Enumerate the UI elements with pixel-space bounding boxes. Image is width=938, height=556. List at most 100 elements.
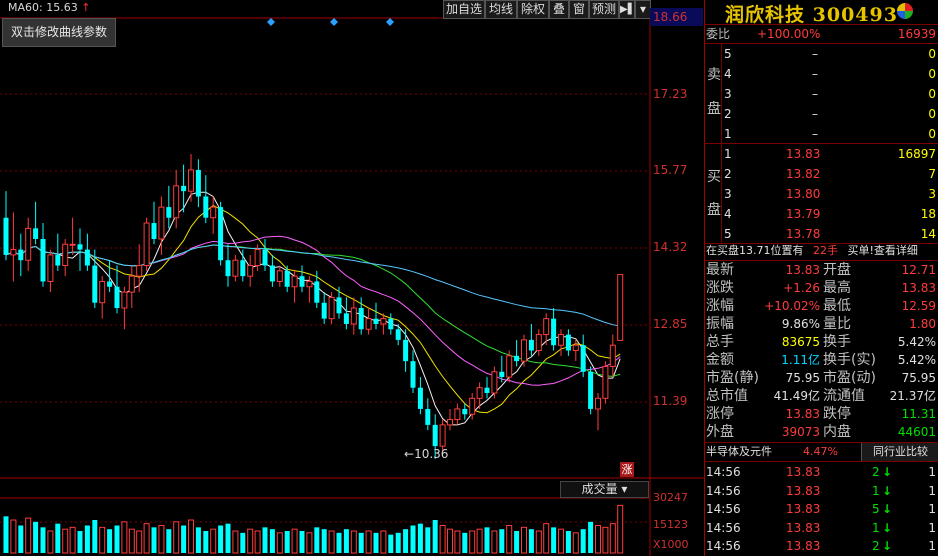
bid-volume: 7 — [928, 167, 936, 181]
quote-value: 75.95 — [901, 371, 936, 385]
volume-bar — [128, 528, 135, 554]
price-axis-label: 18.66 — [653, 10, 688, 24]
sector-pct: 4.47% — [803, 445, 838, 458]
price-axis-label: 12.85 — [653, 317, 688, 331]
volume-bar — [403, 529, 409, 553]
buy-notice-qty: 22手 — [813, 244, 838, 257]
bid-price: 13.79 — [786, 207, 821, 221]
candle-body — [299, 276, 305, 287]
candle-body — [358, 308, 364, 330]
bid-level: 1 — [724, 147, 732, 161]
volume-bar — [55, 523, 61, 553]
quote-value: +1.26 — [783, 281, 820, 295]
candle-body — [181, 185, 187, 192]
candle-body — [617, 274, 624, 341]
moving-average-button[interactable]: 均线 — [485, 0, 517, 19]
candle-body — [128, 275, 135, 293]
volume-unit-label: X1000 — [653, 538, 689, 551]
industry-compare-button[interactable]: 同行业比较 — [861, 443, 938, 461]
candle-body — [33, 228, 39, 239]
candle-body — [388, 318, 394, 330]
menu-icon[interactable]: ▶▌ — [619, 0, 635, 19]
volume-bar — [158, 525, 165, 554]
quote-value: 44601 — [897, 425, 936, 439]
tick-volume: 1 — [872, 483, 880, 498]
buy-notice[interactable]: 在买盘13.71位置有 22手 买单!查看详细 — [706, 242, 918, 260]
candlestick-chart[interactable] — [0, 0, 704, 556]
ex-rights-button[interactable]: 除权 — [517, 0, 549, 19]
window-button[interactable]: 窗 — [569, 0, 589, 19]
volume-bar — [18, 525, 24, 553]
bid-volume: 18 — [920, 207, 936, 221]
ma10-line — [5, 204, 621, 414]
volume-bar — [195, 527, 201, 553]
add-favorite-button[interactable]: 加自选 — [443, 0, 485, 19]
volume-bar — [306, 532, 313, 554]
candle-body — [269, 265, 275, 282]
volume-bar — [447, 528, 453, 554]
bid-volume: 3 — [928, 187, 936, 201]
volume-bar — [558, 528, 564, 554]
candle-body — [336, 297, 342, 314]
overlay-button[interactable]: 叠 — [549, 0, 569, 19]
quote-label: 涨跌 — [706, 280, 734, 296]
quote-label: 换手 — [823, 334, 851, 350]
volume-bar — [417, 523, 423, 553]
quote-label: 振幅 — [706, 316, 734, 332]
volume-indicator-select[interactable]: 成交量 ▾ — [560, 481, 649, 498]
quote-label: 跌停 — [823, 406, 851, 422]
candle-body — [439, 424, 446, 447]
volume-bar — [181, 525, 187, 553]
candle-body — [602, 365, 609, 399]
low-price-value: 10.36 — [414, 447, 449, 461]
sell-label: 盘 — [707, 101, 721, 117]
chevron-down-icon[interactable]: ▾ — [635, 0, 651, 19]
buy-notice-link[interactable]: 买单!查看详细 — [848, 244, 918, 257]
volume-bar — [299, 531, 305, 553]
forecast-button[interactable]: 预测 — [589, 0, 619, 19]
ask-price: – — [812, 87, 818, 101]
ma60-label: MA60: 15.63 — [8, 1, 78, 14]
event-marker-icon — [267, 18, 275, 26]
divider — [704, 43, 938, 44]
buy-notice-text: 在买盘13.71位置有 — [706, 244, 804, 257]
candle-body — [514, 355, 520, 362]
candle-body — [121, 291, 128, 309]
volume-bar — [62, 528, 69, 554]
volume-bar — [114, 525, 120, 553]
quote-value: 13.83 — [785, 407, 820, 421]
volume-bar — [454, 530, 461, 554]
quote-value: 12.59 — [901, 299, 936, 313]
quote-value: 13.83 — [785, 263, 820, 277]
volume-bar — [358, 532, 364, 553]
volume-bar — [254, 530, 261, 554]
volume-bar — [580, 529, 586, 553]
candle-body — [447, 419, 453, 426]
candle-body — [506, 355, 513, 378]
quote-value: 9.86% — [781, 317, 820, 331]
volume-bar — [521, 526, 527, 554]
volume-bar — [380, 530, 387, 554]
bid-level: 2 — [724, 167, 732, 181]
candle-body — [232, 259, 239, 277]
volume-bar — [99, 526, 106, 554]
candle-body — [136, 265, 143, 277]
volume-bar — [543, 523, 550, 554]
globe-icon[interactable] — [897, 3, 913, 19]
limit-up-badge: 涨 — [620, 462, 634, 477]
tick-volume: 5 — [872, 502, 880, 516]
candle-body — [276, 270, 283, 282]
quote-label: 流通值 — [823, 388, 865, 404]
quote-label: 涨幅 — [706, 298, 734, 314]
stock-title: 润欣科技 300493 — [725, 0, 898, 27]
candle-body — [107, 281, 113, 287]
candle-body — [314, 281, 320, 303]
candle-body — [225, 260, 231, 277]
quote-label: 市盈(动) — [823, 370, 876, 386]
quote-label: 总手 — [706, 334, 734, 350]
tick-price: 13.83 — [786, 465, 821, 479]
ask-level: 5 — [724, 47, 732, 61]
candle-body — [254, 249, 261, 267]
sector-name[interactable]: 半导体及元件 — [706, 443, 772, 461]
volume-bar — [328, 530, 335, 554]
